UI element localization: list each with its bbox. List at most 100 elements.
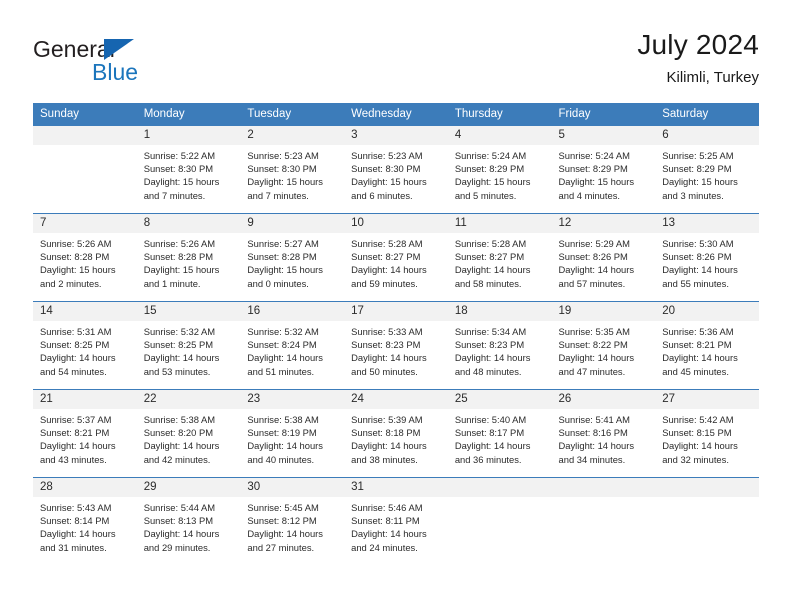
day-details: Sunrise: 5:32 AM Sunset: 8:24 PM Daylight:… [240, 321, 344, 378]
calendar-day-cell[interactable]: 5 Sunrise: 5:24 AM Sunset: 8:29 PM Daylight… [551, 125, 656, 214]
calendar-day-cell[interactable]: 11 Sunrise: 5:28 AM Sunset: 8:27 PM Dayligh… [447, 213, 552, 302]
day-details: Sunrise: 5:28 AM Sunset: 8:27 PM Daylight:… [344, 233, 448, 290]
calendar-day-cell[interactable]: 23 Sunrise: 5:38 AM Sunset: 8:19 PM Dayligh… [240, 389, 345, 478]
calendar-day-cell[interactable]: 7 Sunrise: 5:26 AM Sunset: 8:28 PM Daylight… [33, 213, 137, 302]
day-number: 13 [655, 214, 759, 233]
calendar-day-cell[interactable]: 28 Sunrise: 5:43 AM Sunset: 8:14 PM Dayligh… [33, 477, 137, 566]
calendar-day-cell[interactable]: 30 Sunrise: 5:45 AM Sunset: 8:12 PM Dayligh… [240, 477, 345, 566]
day-sunset-line: Sunset: 8:11 PM [351, 515, 420, 527]
day-sunrise-line: Sunrise: 5:32 AM [247, 326, 319, 337]
day-number [551, 478, 656, 497]
day-daylight-line: Daylight: 14 hours [454, 352, 531, 364]
day-daylight-line: Daylight: 15 hours [662, 176, 738, 188]
day-details: Sunrise: 5:26 AM Sunset: 8:28 PM Daylight:… [137, 233, 241, 290]
page-header: General Blue July 2024 Kilimli, Turkey [33, 28, 759, 96]
day-daylight-line: Daylight: 14 hours [454, 440, 531, 452]
calendar-week-row: 7 Sunrise: 5:26 AM Sunset: 8:28 PM Daylight… [33, 213, 759, 302]
day-sunrise-line: Sunrise: 5:38 AM [247, 414, 319, 425]
day-sunset-line: Sunset: 8:28 PM [247, 251, 317, 263]
day-details: Sunrise: 5:26 AM Sunset: 8:28 PM Daylight:… [33, 233, 137, 290]
day-sunrise-line: Sunrise: 5:34 AM [454, 326, 527, 337]
page-subtitle-location: Kilimli, Turkey [666, 69, 759, 86]
general-blue-logo: General Blue [33, 36, 233, 92]
calendar-page: General Blue July 2024 Kilimli, Turkey S… [0, 0, 792, 612]
day-number: 11 [447, 214, 552, 233]
day-number: 25 [447, 390, 552, 409]
calendar-day-cell[interactable]: 8 Sunrise: 5:26 AM Sunset: 8:28 PM Daylight… [136, 213, 241, 302]
calendar-day-cell[interactable]: 13 Sunrise: 5:30 AM Sunset: 8:26 PM Dayligh… [655, 213, 759, 302]
calendar-day-cell[interactable]: 18 Sunrise: 5:34 AM Sunset: 8:23 PM Dayligh… [447, 301, 552, 390]
day-sunrise-line: Sunrise: 5:29 AM [558, 238, 630, 249]
calendar-day-cell[interactable]: 22 Sunrise: 5:38 AM Sunset: 8:20 PM Dayligh… [136, 389, 241, 478]
day-daylight-line: and 42 minutes. [143, 453, 211, 465]
calendar-day-cell[interactable]: 15 Sunrise: 5:32 AM Sunset: 8:25 PM Dayligh… [136, 301, 241, 390]
calendar-day-cell[interactable]: 19 Sunrise: 5:35 AM Sunset: 8:22 PM Dayligh… [551, 301, 656, 390]
calendar-day-cell[interactable]: 29 Sunrise: 5:44 AM Sunset: 8:13 PM Dayligh… [136, 477, 241, 566]
day-sunset-line: Sunset: 8:28 PM [40, 251, 110, 263]
calendar-day-cell[interactable]: 12 Sunrise: 5:29 AM Sunset: 8:26 PM Dayligh… [551, 213, 656, 302]
calendar-table: Sunday Monday Tuesday Wednesday Thursday… [33, 103, 759, 566]
day-daylight-line: Daylight: 14 hours [40, 352, 116, 364]
title-block: July 2024 Kilimli, Turkey [637, 28, 759, 88]
day-daylight-line: Daylight: 14 hours [662, 352, 738, 364]
day-details: Sunrise: 5:30 AM Sunset: 8:26 PM Daylight:… [655, 233, 759, 290]
day-sunset-line: Sunset: 8:16 PM [558, 427, 628, 439]
day-sunset-line: Sunset: 8:27 PM [351, 251, 421, 263]
calendar-day-cell[interactable]: 2 Sunrise: 5:23 AM Sunset: 8:30 PM Daylight… [240, 125, 345, 214]
day-number: 20 [655, 302, 759, 321]
day-number: 31 [344, 478, 448, 497]
calendar-day-cell[interactable]: 21 Sunrise: 5:37 AM Sunset: 8:21 PM Dayligh… [33, 389, 137, 478]
day-daylight-line: Daylight: 14 hours [558, 440, 635, 452]
calendar-day-cell[interactable]: 26 Sunrise: 5:41 AM Sunset: 8:16 PM Dayligh… [551, 389, 656, 478]
day-number: 19 [551, 302, 656, 321]
calendar-day-cell[interactable]: 27 Sunrise: 5:42 AM Sunset: 8:15 PM Dayligh… [655, 389, 759, 478]
day-number: 18 [447, 302, 552, 321]
day-number: 27 [655, 390, 759, 409]
calendar-day-cell[interactable]: 10 Sunrise: 5:28 AM Sunset: 8:27 PM Dayligh… [344, 213, 448, 302]
day-daylight-line: and 47 minutes. [558, 365, 626, 377]
calendar-day-cell[interactable]: 14 Sunrise: 5:31 AM Sunset: 8:25 PM Dayligh… [33, 301, 137, 390]
day-details: Sunrise: 5:38 AM Sunset: 8:20 PM Daylight:… [137, 409, 241, 466]
day-details: Sunrise: 5:42 AM Sunset: 8:15 PM Daylight:… [655, 409, 759, 466]
calendar-day-cell[interactable]: 17 Sunrise: 5:33 AM Sunset: 8:23 PM Dayligh… [344, 301, 448, 390]
weekday-header-sunday: Sunday [33, 103, 137, 126]
calendar-day-cell[interactable]: 20 Sunrise: 5:36 AM Sunset: 8:21 PM Dayligh… [655, 301, 759, 390]
calendar-day-cell[interactable]: 9 Sunrise: 5:27 AM Sunset: 8:28 PM Daylight… [240, 213, 345, 302]
day-daylight-line: Daylight: 15 hours [143, 264, 220, 276]
calendar-day-cell[interactable]: 25 Sunrise: 5:40 AM Sunset: 8:17 PM Dayligh… [447, 389, 552, 478]
weekday-header-wednesday: Wednesday [344, 103, 448, 126]
calendar-day-cell-empty [33, 125, 137, 214]
day-sunrise-line: Sunrise: 5:40 AM [454, 414, 527, 425]
day-daylight-line: and 1 minute. [143, 277, 201, 289]
day-sunset-line: Sunset: 8:17 PM [454, 427, 525, 439]
day-number: 2 [240, 126, 345, 145]
day-sunset-line: Sunset: 8:23 PM [454, 339, 525, 351]
day-sunset-line: Sunset: 8:29 PM [454, 163, 525, 175]
day-sunset-line: Sunset: 8:26 PM [558, 251, 628, 263]
day-daylight-line: Daylight: 14 hours [247, 352, 323, 364]
day-sunset-line: Sunset: 8:22 PM [558, 339, 628, 351]
day-daylight-line: and 0 minutes. [247, 277, 309, 289]
calendar-day-cell[interactable]: 1 Sunrise: 5:22 AM Sunset: 8:30 PM Daylight… [136, 125, 241, 214]
day-sunset-line: Sunset: 8:25 PM [40, 339, 110, 351]
day-sunset-line: Sunset: 8:26 PM [662, 251, 732, 263]
day-daylight-line: Daylight: 14 hours [143, 352, 220, 364]
day-number: 4 [447, 126, 552, 145]
calendar-week-row: 1 Sunrise: 5:22 AM Sunset: 8:30 PM Daylight… [33, 125, 759, 214]
day-daylight-line: Daylight: 15 hours [454, 176, 531, 188]
day-daylight-line: Daylight: 14 hours [454, 264, 531, 276]
day-sunrise-line: Sunrise: 5:26 AM [40, 238, 112, 249]
calendar-day-cell[interactable]: 31 Sunrise: 5:46 AM Sunset: 8:11 PM Dayligh… [344, 477, 448, 566]
calendar-day-cell[interactable]: 24 Sunrise: 5:39 AM Sunset: 8:18 PM Dayligh… [344, 389, 448, 478]
day-sunrise-line: Sunrise: 5:23 AM [247, 150, 319, 161]
calendar-day-cell[interactable]: 4 Sunrise: 5:24 AM Sunset: 8:29 PM Daylight… [447, 125, 552, 214]
calendar-day-cell[interactable]: 6 Sunrise: 5:25 AM Sunset: 8:29 PM Daylight… [655, 125, 759, 214]
calendar-day-cell[interactable]: 3 Sunrise: 5:23 AM Sunset: 8:30 PM Daylight… [344, 125, 448, 214]
day-daylight-line: and 34 minutes. [558, 453, 626, 465]
calendar-day-cell[interactable]: 16 Sunrise: 5:32 AM Sunset: 8:24 PM Dayligh… [240, 301, 345, 390]
weekday-header-friday: Friday [551, 103, 656, 126]
day-daylight-line: and 48 minutes. [454, 365, 522, 377]
day-details: Sunrise: 5:32 AM Sunset: 8:25 PM Daylight:… [137, 321, 241, 378]
calendar-week-row: 14 Sunrise: 5:31 AM Sunset: 8:25 PM Dayligh… [33, 301, 759, 390]
day-details: Sunrise: 5:39 AM Sunset: 8:18 PM Daylight:… [344, 409, 448, 466]
